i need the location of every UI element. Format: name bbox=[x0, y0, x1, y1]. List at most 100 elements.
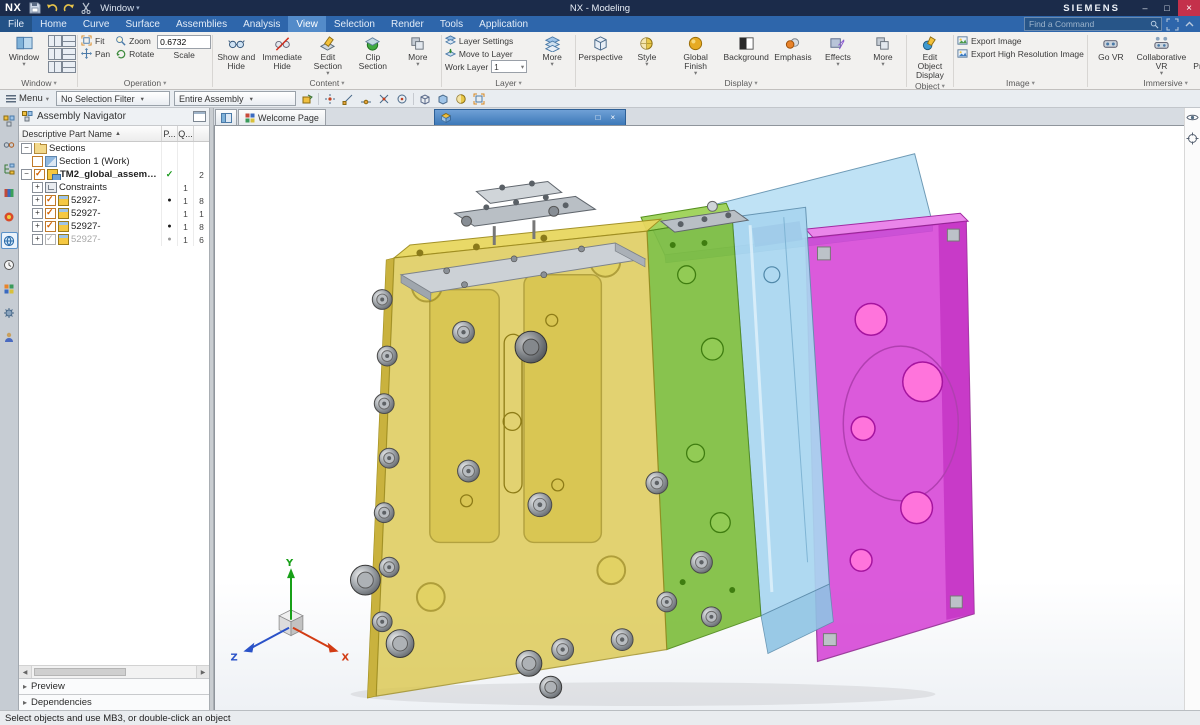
ribbon-group-label-image[interactable]: Image bbox=[955, 76, 1086, 89]
vr-preferences-button[interactable]: VR Preferences bbox=[1190, 33, 1200, 72]
ribbon-tab-render[interactable]: Render bbox=[383, 16, 432, 32]
export-image-button[interactable]: Export Image bbox=[955, 34, 1086, 47]
tab-list-button[interactable] bbox=[215, 109, 237, 125]
process-studio-icon[interactable] bbox=[1, 280, 18, 297]
assembly-navigator-icon[interactable] bbox=[1, 112, 18, 129]
column-extra[interactable] bbox=[193, 126, 209, 141]
expand-icon[interactable] bbox=[32, 208, 43, 219]
ribbon-group-label-immersive[interactable]: Immersive bbox=[1089, 77, 1200, 89]
ribbon-group-label-operation[interactable]: Operation bbox=[79, 76, 211, 89]
constraint-navigator-icon[interactable] bbox=[1, 136, 18, 153]
fit-button[interactable]: Fit bbox=[79, 34, 112, 47]
emphasis-button[interactable]: Emphasis bbox=[771, 33, 815, 63]
redo-icon[interactable] bbox=[63, 2, 75, 14]
intersection-snap-icon[interactable] bbox=[377, 92, 391, 106]
center-snap-icon[interactable] bbox=[395, 92, 409, 106]
section-checkbox[interactable] bbox=[32, 156, 43, 167]
column-position[interactable]: P... bbox=[161, 126, 177, 141]
expand-icon[interactable] bbox=[32, 182, 43, 193]
display-more-button[interactable]: More bbox=[861, 33, 905, 68]
crosshair-icon[interactable] bbox=[1186, 132, 1199, 145]
ribbon-group-label-display[interactable]: Display bbox=[577, 77, 905, 89]
tree-row-component[interactable]: 52927- 18 bbox=[19, 220, 209, 233]
move-to-layer-button[interactable]: Move to Layer bbox=[443, 47, 529, 60]
component-checkbox[interactable] bbox=[45, 208, 56, 219]
scroll-right-button[interactable] bbox=[196, 666, 209, 678]
column-descriptive-part-name[interactable]: Descriptive Part Name bbox=[19, 126, 161, 141]
layer-settings-button[interactable]: Layer Settings bbox=[443, 34, 529, 47]
go-vr-button[interactable]: Go VR bbox=[1089, 33, 1133, 63]
layout-side-by-side-button[interactable] bbox=[48, 35, 62, 47]
snap-point-icon[interactable] bbox=[323, 92, 337, 106]
zoom-button[interactable]: Zoom bbox=[113, 34, 156, 47]
ribbon-tab-view[interactable]: View bbox=[288, 16, 326, 32]
expand-icon[interactable] bbox=[32, 195, 43, 206]
clip-section-button[interactable]: Clip Section bbox=[351, 33, 395, 72]
tree-row-constraints[interactable]: Constraints 1 bbox=[19, 181, 209, 194]
midpoint-snap-icon[interactable] bbox=[359, 92, 373, 106]
effects-button[interactable]: Effects bbox=[816, 33, 860, 68]
collapse-icon[interactable] bbox=[21, 169, 32, 180]
layout-three-pane-alt-button[interactable] bbox=[62, 48, 76, 60]
edit-section-button[interactable]: Edit Section bbox=[306, 33, 350, 77]
history-icon[interactable] bbox=[1, 256, 18, 273]
render-style-icon[interactable] bbox=[454, 92, 468, 106]
minimize-button[interactable]: – bbox=[1134, 0, 1156, 16]
background-button[interactable]: Background bbox=[722, 33, 770, 63]
rotate-button[interactable]: Rotate bbox=[113, 47, 156, 60]
collapse-icon[interactable] bbox=[21, 143, 32, 154]
fullscreen-icon[interactable] bbox=[1166, 18, 1179, 31]
preview-section[interactable]: Preview bbox=[19, 678, 209, 694]
ribbon-tab-file[interactable]: File bbox=[0, 16, 32, 32]
collaborative-vr-button[interactable]: Collaborative VR bbox=[1134, 33, 1189, 77]
scale-input[interactable] bbox=[157, 35, 211, 49]
layout-three-pane-button[interactable] bbox=[48, 48, 62, 60]
export-high-resolution-image-button[interactable]: Export High Resolution Image bbox=[955, 47, 1086, 60]
cut-icon[interactable] bbox=[80, 2, 92, 14]
style-button[interactable]: Style bbox=[625, 33, 669, 68]
work-layer-select[interactable]: 1 bbox=[491, 60, 527, 73]
expand-icon[interactable] bbox=[32, 234, 43, 245]
layout-single-button[interactable] bbox=[62, 61, 76, 73]
close-document-button[interactable]: × bbox=[607, 112, 619, 124]
show-and-hide-button[interactable]: Show and Hide bbox=[214, 33, 258, 72]
endpoint-snap-icon[interactable] bbox=[341, 92, 355, 106]
selection-filter-combo[interactable]: No Selection Filter bbox=[56, 91, 170, 106]
component-checkbox[interactable] bbox=[45, 195, 56, 206]
tab-welcome-page[interactable]: Welcome Page bbox=[238, 109, 326, 125]
web-browser-icon[interactable] bbox=[1, 232, 18, 249]
tree-row-root-assembly[interactable]: TM2_global_assembly_ 2 bbox=[19, 168, 209, 181]
component-checkbox[interactable] bbox=[45, 221, 56, 232]
global-finish-button[interactable]: Global Finish bbox=[670, 33, 721, 77]
navigator-horizontal-scrollbar[interactable] bbox=[19, 665, 209, 678]
component-checkbox[interactable] bbox=[45, 234, 56, 245]
restore-document-button[interactable]: □ bbox=[592, 112, 604, 124]
manufacturing-icon[interactable] bbox=[1, 304, 18, 321]
expand-icon[interactable] bbox=[32, 221, 43, 232]
ribbon-tab-analysis[interactable]: Analysis bbox=[235, 16, 288, 32]
ribbon-tab-assemblies[interactable]: Assemblies bbox=[168, 16, 235, 32]
scrollbar-track[interactable] bbox=[32, 666, 196, 678]
content-more-button[interactable]: More bbox=[396, 33, 440, 68]
scroll-left-button[interactable] bbox=[19, 666, 32, 678]
ribbon-tab-application[interactable]: Application bbox=[471, 16, 536, 32]
wireframe-icon[interactable] bbox=[418, 92, 432, 106]
save-icon[interactable] bbox=[29, 2, 41, 14]
graphics-viewport[interactable]: Y X Z bbox=[214, 126, 1184, 710]
ribbon-tab-home[interactable]: Home bbox=[32, 16, 75, 32]
column-quantity[interactable]: Q... bbox=[177, 126, 193, 141]
ribbon-group-label-window[interactable]: Window bbox=[2, 76, 76, 89]
window-menu[interactable]: Window bbox=[100, 3, 139, 14]
close-button[interactable]: × bbox=[1178, 0, 1200, 16]
part-navigator-icon[interactable] bbox=[1, 160, 18, 177]
immediate-hide-button[interactable]: Immediate Hide bbox=[259, 33, 304, 72]
pan-button[interactable]: Pan bbox=[79, 47, 112, 60]
tree-row-section1[interactable]: Section 1 (Work) bbox=[19, 155, 209, 168]
assembly-checkbox[interactable] bbox=[34, 169, 45, 180]
tab-current-part[interactable]: □ × bbox=[434, 109, 626, 125]
tree-row-component[interactable]: 52927- 16 bbox=[19, 233, 209, 246]
ribbon-tab-tools[interactable]: Tools bbox=[432, 16, 471, 32]
tree-row-sections[interactable]: Sections bbox=[19, 142, 209, 155]
find-command-input[interactable] bbox=[1027, 18, 1150, 30]
tree-row-component[interactable]: 52927- 18 bbox=[19, 194, 209, 207]
